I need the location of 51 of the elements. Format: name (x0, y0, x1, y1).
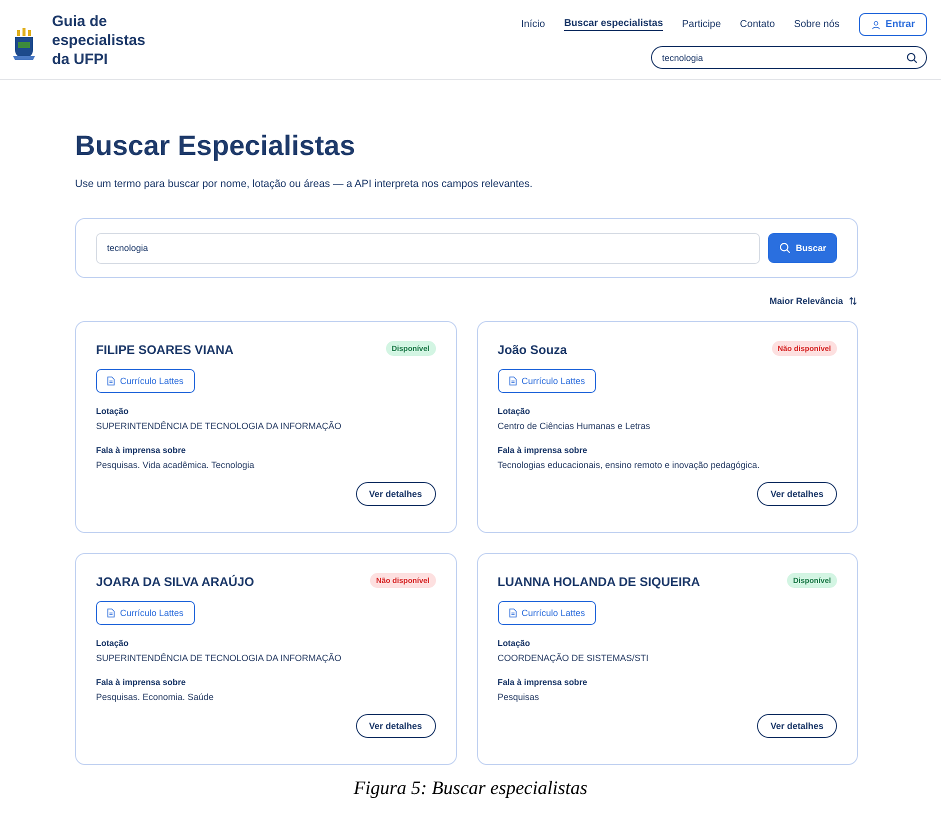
figure-caption: Figura 5: Buscar especialistas (352, 778, 588, 800)
user-icon (870, 20, 881, 30)
expert-name: FILIPE SOARES VIANA (96, 343, 234, 357)
login-button[interactable]: Entrar (858, 13, 927, 36)
search-field[interactable]: tecnologia (651, 46, 927, 69)
search-field[interactable]: tecnologia (96, 232, 760, 264)
field-value: Pesquisas. Economia. Saúde (96, 692, 214, 702)
field-label: Fala à imprensa sobre (96, 445, 186, 455)
search-button[interactable]: Buscar (768, 233, 837, 263)
lattes-button[interactable]: Currículo Lattes (498, 369, 596, 393)
details-button[interactable]: Ver detalhes (757, 482, 837, 506)
lattes-button[interactable]: Currículo Lattes (96, 369, 195, 393)
field-value: Pesquisas. Vida acadêmica. Tecnologia (96, 460, 254, 470)
search-icon[interactable] (906, 52, 918, 64)
document-icon (508, 376, 516, 386)
document-icon (107, 608, 115, 618)
field-value: Centro de Ciências Humanas e Letras (498, 421, 650, 431)
field-label: Lotação (498, 406, 530, 416)
field-label: Fala à imprensa sobre (498, 677, 588, 687)
field-label: Lotação (96, 638, 129, 648)
field-label: Lotação (498, 638, 530, 648)
sort-button[interactable]: Maior Relevância (769, 296, 858, 306)
lattes-button[interactable]: Currículo Lattes (96, 601, 195, 625)
lattes-button[interactable]: Currículo Lattes (498, 601, 596, 625)
nav-link[interactable]: Contato (740, 18, 775, 30)
site-title[interactable]: Guia de especialistas da UFPI (52, 12, 162, 69)
page-subtitle: Use um termo para buscar por nome, lotação ou áreas — a API interpreta nos campos relevantes. (75, 178, 534, 190)
field-value: Pesquisas (498, 692, 540, 702)
field-value: SUPERINTENDÊNCIA DE TECNOLOGIA DA INFORMAÇÃO (96, 653, 342, 663)
field-value: SUPERINTENDÊNCIA DE TECNOLOGIA DA INFORMAÇÃO (96, 421, 342, 431)
document-icon (107, 376, 115, 386)
coat-of-arms-icon (12, 26, 36, 62)
field-label: Lotação (96, 406, 129, 416)
details-button[interactable]: Ver detalhes (757, 714, 837, 738)
expert-name: JOARA DA SILVA ARAÚJO (96, 575, 254, 589)
nav-link[interactable]: Sobre nós (794, 18, 840, 30)
field-label: Fala à imprensa sobre (498, 445, 588, 455)
details-button[interactable]: Ver detalhes (356, 482, 436, 506)
field-value: Tecnologias educacionais, ensino remoto e inovação pedagógica. (498, 460, 760, 470)
page-title: Buscar Especialistas (75, 130, 356, 162)
field-value: COORDENAÇÃO DE SISTEMAS/STI (498, 653, 649, 663)
nav-link[interactable]: Buscar especialistas (564, 18, 664, 31)
search-icon (778, 242, 791, 254)
field-label: Fala à imprensa sobre (96, 677, 186, 687)
nav-link[interactable]: Início (521, 18, 546, 30)
nav-link[interactable]: Participe (682, 18, 721, 30)
document-icon (508, 608, 516, 618)
sort-arrows-icon (848, 296, 858, 306)
expert-name: LUANNA HOLANDA DE SIQUEIRA (498, 575, 700, 589)
details-button[interactable]: Ver detalhes (356, 714, 436, 738)
expert-name: João Souza (498, 343, 567, 357)
